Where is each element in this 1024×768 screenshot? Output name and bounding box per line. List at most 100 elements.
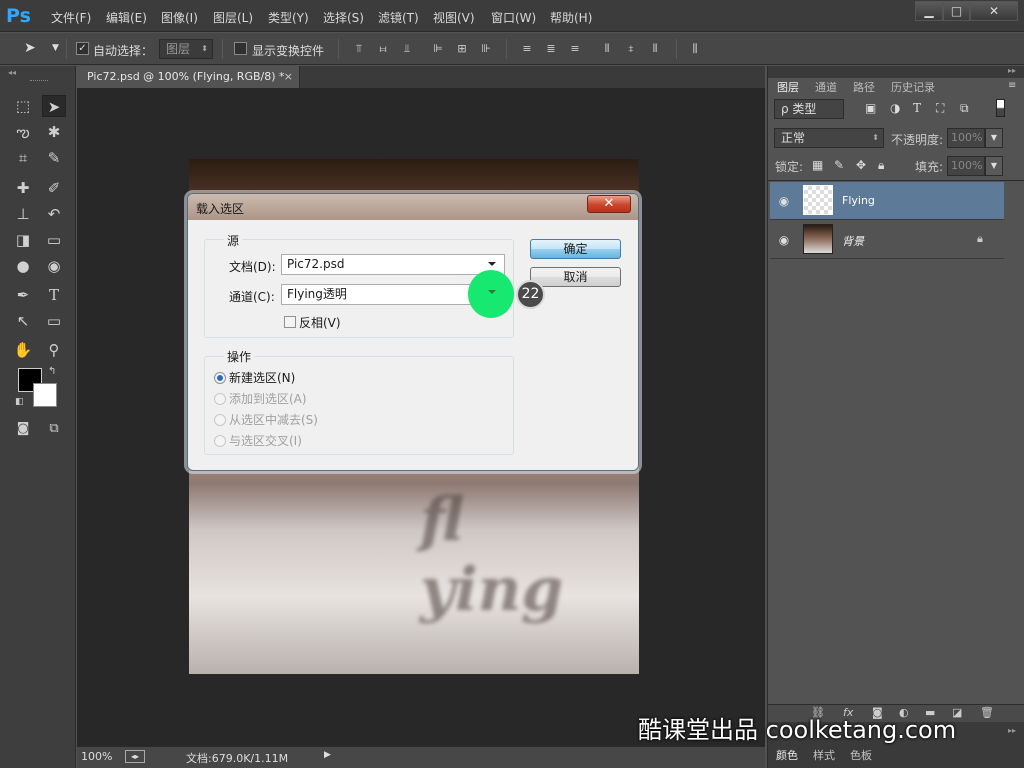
swap-colors-icon[interactable]: ↰ [48, 366, 56, 377]
align-bottom-icon[interactable]: ⫫ [400, 42, 414, 56]
menu-window[interactable]: 窗口(W) [491, 9, 536, 26]
pen-tool-icon[interactable]: ✒ [11, 284, 35, 306]
radio-subtract-from-selection[interactable] [214, 414, 226, 426]
tab-channels[interactable]: 通道 [810, 79, 842, 97]
eraser-tool-icon[interactable]: ◨ [11, 229, 35, 251]
distribute-bottom-icon[interactable]: ≡ [568, 42, 582, 56]
invert-checkbox[interactable] [284, 316, 296, 328]
filter-smart-object-icon[interactable]: ⧉ [960, 101, 969, 116]
show-transform-checkbox[interactable] [234, 42, 247, 55]
collapse-icon[interactable]: ◂◂ [8, 68, 16, 77]
opacity-dropdown-button[interactable]: ▼ [985, 128, 1003, 148]
tab-layers[interactable]: 图层 [772, 79, 804, 97]
cancel-button[interactable]: 取消 [530, 267, 621, 287]
eye-visibility-icon[interactable]: ◉ [776, 232, 792, 248]
lock-pixels-icon[interactable]: ✎ [834, 158, 844, 172]
lock-position-icon[interactable]: ✥ [856, 158, 866, 172]
document-tab[interactable]: Pic72.psd @ 100% (Flying, RGB/8) * × [77, 66, 300, 88]
filter-pixel-icon[interactable]: ▣ [865, 101, 876, 115]
magic-wand-icon[interactable]: ✱ [42, 121, 66, 143]
align-right-icon[interactable]: ⊪ [479, 42, 493, 56]
align-top-icon[interactable]: ⫪ [352, 42, 366, 56]
tab-color[interactable]: 颜色 [776, 747, 798, 763]
default-colors-icon[interactable]: ◧ [15, 397, 24, 407]
close-window-button[interactable]: ✕ [970, 1, 1018, 21]
eyedropper-icon[interactable]: ✎ [42, 147, 66, 169]
tab-styles[interactable]: 样式 [813, 747, 835, 763]
distribute-right-icon[interactable]: ⫴ [648, 42, 662, 56]
panel-grip[interactable] [30, 80, 48, 83]
blur-tool-icon[interactable]: ● [11, 255, 35, 277]
align-vcenter-icon[interactable]: ⧦ [376, 42, 390, 56]
layer-name[interactable]: Flying [842, 194, 875, 207]
fill-dropdown-button[interactable]: ▼ [985, 156, 1003, 176]
move-tool-icon[interactable]: ➤ [42, 95, 66, 117]
align-left-icon[interactable]: ⊫ [431, 42, 445, 56]
minimize-button[interactable]: ▁ [915, 1, 943, 21]
distribute-left-icon[interactable]: ⫴ [600, 42, 614, 56]
filter-toggle-switch[interactable] [996, 99, 1005, 117]
filter-adjustment-icon[interactable]: ◑ [890, 101, 900, 115]
menu-file[interactable]: 文件(F) [51, 9, 91, 26]
document-select[interactable]: Pic72.psd [281, 254, 505, 275]
auto-select-checkbox[interactable]: ✓ [76, 42, 89, 55]
background-color-swatch[interactable] [33, 383, 57, 407]
clone-stamp-icon[interactable]: ⊥ [11, 203, 35, 225]
status-options-icon[interactable]: ◂▸ [125, 750, 145, 763]
radio-add-to-selection[interactable] [214, 393, 226, 405]
path-select-icon[interactable]: ↖ [11, 310, 35, 332]
ok-button[interactable]: 确定 [530, 239, 621, 259]
tab-swatches[interactable]: 色板 [850, 747, 872, 763]
distribute-top-icon[interactable]: ≡ [520, 42, 534, 56]
healing-brush-icon[interactable]: ✚ [11, 177, 35, 199]
gradient-tool-icon[interactable]: ▭ [42, 229, 66, 251]
eye-visibility-icon[interactable]: ◉ [776, 193, 792, 209]
auto-align-icon[interactable]: ⫼ [688, 42, 702, 56]
quick-mask-icon[interactable]: ◙ [11, 418, 35, 440]
marquee-tool-icon[interactable]: ⬚ [11, 95, 35, 117]
collapse-icon[interactable]: ▸▸ [1008, 66, 1016, 75]
fill-input[interactable]: 100% [947, 156, 985, 176]
radio-new-selection[interactable] [214, 372, 226, 384]
close-tab-icon[interactable]: × [284, 66, 293, 88]
screen-mode-icon[interactable]: ⧉ [42, 418, 66, 440]
menu-edit[interactable]: 编辑(E) [106, 9, 147, 26]
history-brush-icon[interactable]: ↶ [42, 203, 66, 225]
layer-filter-dropdown[interactable]: ρ 类型 [774, 99, 844, 119]
chevron-down-icon[interactable] [488, 290, 496, 294]
layer-name[interactable]: 背景 [842, 233, 864, 249]
menu-help[interactable]: 帮助(H) [550, 9, 592, 26]
tab-paths[interactable]: 路径 [848, 79, 880, 97]
lock-all-icon[interactable]: 🔒︎ [878, 158, 884, 173]
hand-tool-icon[interactable]: ✋ [11, 339, 35, 361]
panel-menu-icon[interactable]: ≡ [1008, 80, 1016, 91]
menu-filter[interactable]: 滤镜(T) [378, 9, 419, 26]
trash-icon[interactable]: 🗑︎ [980, 706, 994, 719]
distribute-vcenter-icon[interactable]: ≣ [544, 42, 558, 56]
collapse-icon[interactable]: ▸▸ [1008, 726, 1016, 735]
menu-type[interactable]: 类型(Y) [268, 9, 309, 26]
menu-view[interactable]: 视图(V) [433, 9, 475, 26]
filter-type-icon[interactable]: T [913, 101, 921, 115]
zoom-level[interactable]: 100% [81, 750, 112, 763]
align-hcenter-icon[interactable]: ⊞ [455, 42, 469, 56]
maximize-button[interactable]: □ [943, 1, 970, 21]
menu-select[interactable]: 选择(S) [323, 9, 364, 26]
tab-history[interactable]: 历史记录 [886, 79, 940, 97]
auto-select-target-dropdown[interactable]: 图层 ⬍ [159, 39, 213, 59]
move-tool-preset-icon[interactable]: ➤ [24, 40, 36, 56]
layer-row-background[interactable]: ◉ 背景 🔒︎ [770, 221, 1004, 259]
opacity-input[interactable]: 100% [947, 128, 985, 148]
dodge-tool-icon[interactable]: ◉ [42, 255, 66, 277]
menu-image[interactable]: 图像(I) [161, 9, 198, 26]
radio-intersect-selection[interactable] [214, 435, 226, 447]
filter-shape-icon[interactable]: ⛶ [936, 101, 944, 116]
type-tool-icon[interactable]: T [42, 284, 66, 306]
status-menu-arrow-icon[interactable]: ▶ [324, 750, 331, 760]
lock-transparency-icon[interactable]: ▦ [812, 158, 823, 172]
distribute-hcenter-icon[interactable]: ⧧ [624, 42, 638, 56]
lasso-tool-icon[interactable]: ఌ [11, 121, 35, 143]
zoom-tool-icon[interactable]: ⚲ [42, 339, 66, 361]
blend-mode-dropdown[interactable]: 正常 ⬍ [774, 128, 884, 148]
layer-row-flying[interactable]: ◉ Flying [770, 182, 1004, 220]
